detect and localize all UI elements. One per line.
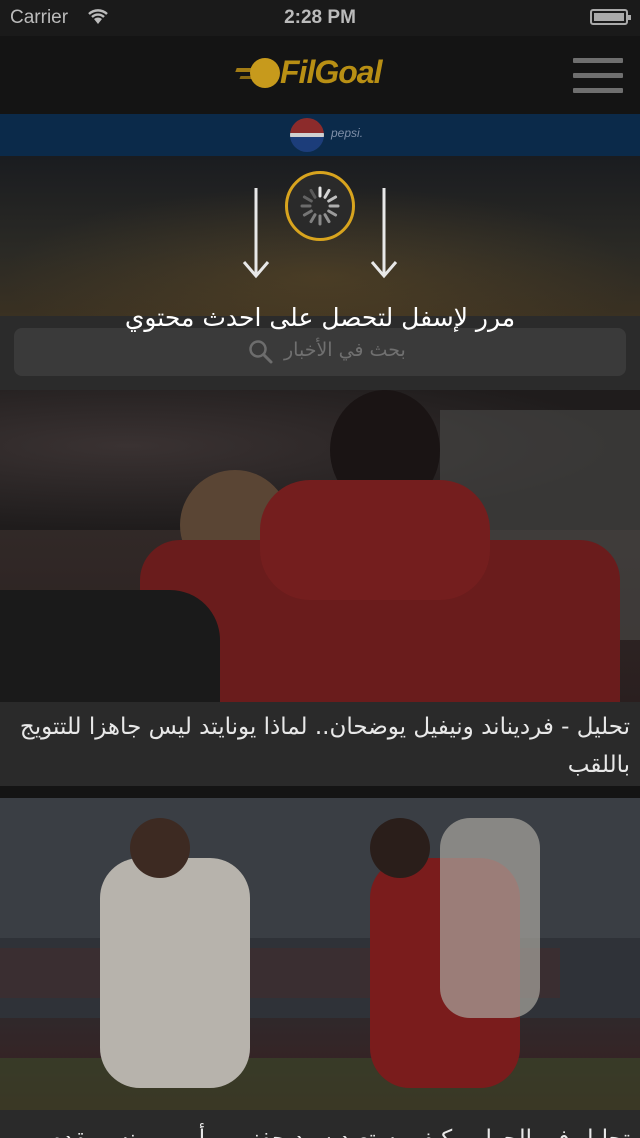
article-title[interactable]: تحليل - فرديناند ونيفيل يوضحان.. لماذا ي… [0, 702, 640, 786]
status-bar: Carrier 2:28 PM [0, 0, 640, 36]
article-image[interactable] [0, 390, 640, 702]
article-title[interactable]: تحليل في الجول - كيف يستعيد سيد حفني .. … [0, 1110, 640, 1138]
search-icon [249, 340, 273, 364]
pepsi-logo-icon [290, 118, 324, 152]
football-icon [250, 58, 280, 88]
top-navbar: FilGoal [0, 36, 640, 114]
filgoal-logo[interactable]: FilGoal [235, 54, 426, 98]
search-input[interactable]: بحث في الأخبار [14, 328, 626, 376]
arrow-down-icon [370, 188, 398, 279]
sponsor-banner[interactable]: pepsi. [0, 114, 640, 156]
pull-to-refresh-label: مرر لإسفل لتحصل على احدث محتوي [124, 303, 516, 332]
search-placeholder: بحث في الأخبار [284, 339, 406, 361]
loading-spinner-icon [285, 171, 355, 241]
article-image[interactable] [0, 798, 640, 1110]
battery-icon [590, 9, 631, 25]
hamburger-menu-icon[interactable] [573, 58, 623, 94]
clock: 2:28 PM [284, 7, 356, 28]
arrow-down-icon [242, 188, 270, 279]
logo-text: FilGoal [280, 54, 382, 90]
sponsor-brand: pepsi. [331, 126, 364, 140]
divider [0, 786, 640, 798]
